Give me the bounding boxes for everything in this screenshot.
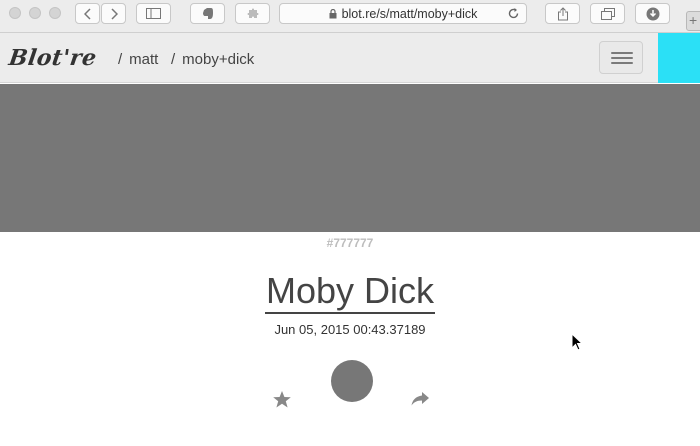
extension-button[interactable] [235,3,270,24]
downloads-button[interactable] [635,3,670,24]
share-arrow-icon[interactable] [410,390,431,407]
share-icon [557,6,568,20]
lock-icon [329,8,337,18]
back-button[interactable] [75,3,100,24]
browser-toolbar: blot.re/s/matt/moby+dick + [0,0,700,33]
zoom-window-button[interactable] [49,7,61,19]
url-text: blot.re/s/matt/moby+dick [341,6,478,21]
color-dot-icon [331,360,373,402]
stream-title-link[interactable]: Moby Dick [264,270,436,314]
breadcrumb-user-label: matt [129,51,159,68]
status-indicator-block [658,33,700,83]
site-navbar: Blot're / matt / moby+dick [0,33,700,83]
tabs-icon [600,7,615,20]
site-logo[interactable]: Blot're [7,45,98,71]
chevron-right-icon [110,7,118,20]
stream-title[interactable]: Moby Dick [0,270,700,314]
download-icon [646,7,659,20]
forward-button[interactable] [101,3,126,24]
elephant-icon [202,8,213,19]
evernote-extension-button[interactable] [190,3,225,24]
show-tabs-button[interactable] [590,3,625,24]
puzzle-icon [247,8,258,18]
sidebar-icon [146,8,161,19]
star-icon[interactable] [272,390,292,409]
breadcrumb-separator: / [171,51,176,68]
menu-toggle-button[interactable] [599,41,643,74]
color-swatch [0,84,700,232]
updated-timestamp: Jun 05, 2015 00:43.37189 [274,322,426,337]
new-tab-button[interactable]: + [686,11,700,31]
close-window-button[interactable] [9,7,21,19]
breadcrumb-user[interactable]: / matt [118,51,158,68]
minimize-window-button[interactable] [29,7,41,19]
mouse-pointer-icon [571,333,583,351]
color-hex-label: #777777 [326,236,374,250]
sidebar-toggle-button[interactable] [136,3,171,24]
address-bar[interactable]: blot.re/s/matt/moby+dick [279,3,527,24]
hamburger-icon [611,52,633,54]
share-page-button[interactable] [545,3,580,24]
reload-icon[interactable] [507,7,520,20]
breadcrumb-separator: / [118,51,123,68]
breadcrumb-stream-label: moby+dick [182,51,255,68]
chevron-left-icon [83,7,91,20]
breadcrumb-stream[interactable]: / moby+dick [171,51,254,68]
